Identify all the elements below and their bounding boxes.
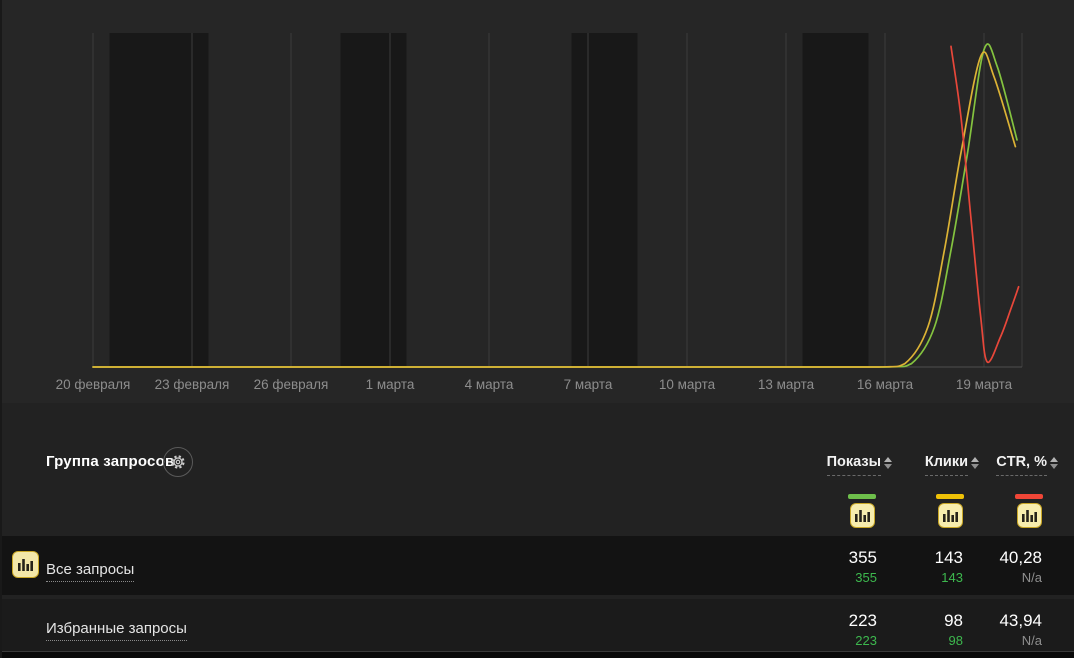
bar-chart-icon <box>854 510 870 522</box>
query-trends-chart: 20 февраля 23 февраля 26 февраля 1 марта 4 м… <box>0 0 1074 403</box>
weekend-band <box>109 33 209 367</box>
row-chart-icon-button[interactable] <box>12 551 39 578</box>
clicks-cell: 143 143 <box>935 549 963 585</box>
x-axis-label: 1 марта <box>366 377 415 392</box>
query-group-header: Группа запросов <box>46 453 175 470</box>
ctr-value: 43,94 <box>999 611 1042 630</box>
column-header-clicks[interactable]: Клики <box>924 454 979 476</box>
x-axis-label: 26 февраля <box>254 377 329 392</box>
x-axis-label: 7 марта <box>564 377 613 392</box>
metric-toggle-impressions <box>847 494 877 528</box>
bar-chart-icon <box>1021 510 1037 522</box>
ctr-color-bar <box>1015 494 1043 499</box>
bar-chart-icon <box>18 559 33 571</box>
bar-chart-icon <box>942 510 958 522</box>
ctr-value: 40,28 <box>999 548 1042 567</box>
sort-arrows-icon[interactable] <box>1050 457 1058 469</box>
query-group-link[interactable]: Все запросы <box>46 561 135 582</box>
table-row-favorite-queries: Избранные запросы 223 223 98 98 43,94 N/… <box>0 599 1074 651</box>
metric-toggle-ctr <box>1014 494 1044 528</box>
x-axis-label: 10 марта <box>659 377 716 392</box>
table-row-all-queries: Все запросы 355 355 143 143 40,28 N/a <box>0 536 1074 595</box>
column-header-impressions[interactable]: Показы <box>826 454 892 476</box>
impressions-subvalue: 223 <box>855 633 877 648</box>
clicks-chart-toggle-button[interactable] <box>937 503 963 528</box>
ctr-cell: 43,94 N/a <box>999 612 1042 648</box>
series-line-impressions <box>92 43 1018 368</box>
impressions-color-bar <box>848 494 876 499</box>
metric-toggle-clicks <box>935 494 965 528</box>
series-line-ctr <box>950 45 1020 364</box>
clicks-subvalue: 98 <box>948 633 963 648</box>
column-header-ctr[interactable]: CTR, % <box>996 454 1058 476</box>
x-axis-label: 20 февраля <box>56 377 131 392</box>
impressions-subvalue: 355 <box>855 570 877 585</box>
ctr-cell: 40,28 N/a <box>999 549 1042 585</box>
chart-canvas: 20 февраля 23 февраля 26 февраля 1 марта 4 м… <box>56 33 1023 392</box>
ctr-subvalue: N/a <box>1021 570 1042 585</box>
column-label: Клики <box>924 454 968 476</box>
query-group-link[interactable]: Избранные запросы <box>46 620 187 641</box>
window-edge <box>0 0 2 658</box>
column-label: CTR, % <box>996 454 1047 476</box>
impressions-cell: 355 355 <box>849 549 877 585</box>
clicks-cell: 98 98 <box>944 612 963 648</box>
x-axis-label: 19 марта <box>956 377 1013 392</box>
weekend-band <box>340 33 407 367</box>
window-bottom-edge <box>0 652 1074 658</box>
impressions-value: 355 <box>848 548 877 567</box>
x-axis-label: 4 марта <box>465 377 514 392</box>
clicks-subvalue: 143 <box>941 570 963 585</box>
impressions-chart-toggle-button[interactable] <box>849 503 875 528</box>
sort-arrows-icon[interactable] <box>884 457 892 469</box>
gear-icon <box>171 455 185 469</box>
clicks-value: 143 <box>934 548 963 567</box>
webmaster-query-statistics-page: 20 февраля 23 февраля 26 февраля 1 марта 4 м… <box>0 0 1074 658</box>
column-label: Показы <box>826 454 881 476</box>
group-settings-button[interactable] <box>163 447 193 477</box>
weekend-band <box>802 33 869 367</box>
x-axis-label: 23 февраля <box>155 377 230 392</box>
impressions-cell: 223 223 <box>849 612 877 648</box>
x-axis-label: 13 марта <box>758 377 815 392</box>
series-line-clicks <box>92 51 1017 368</box>
ctr-chart-toggle-button[interactable] <box>1016 503 1042 528</box>
weekend-band <box>571 33 638 367</box>
sort-arrows-icon[interactable] <box>971 457 979 469</box>
ctr-subvalue: N/a <box>1021 633 1042 648</box>
x-axis-label: 16 марта <box>857 377 914 392</box>
impressions-value: 223 <box>848 611 877 630</box>
clicks-value: 98 <box>944 611 963 630</box>
clicks-color-bar <box>936 494 964 499</box>
